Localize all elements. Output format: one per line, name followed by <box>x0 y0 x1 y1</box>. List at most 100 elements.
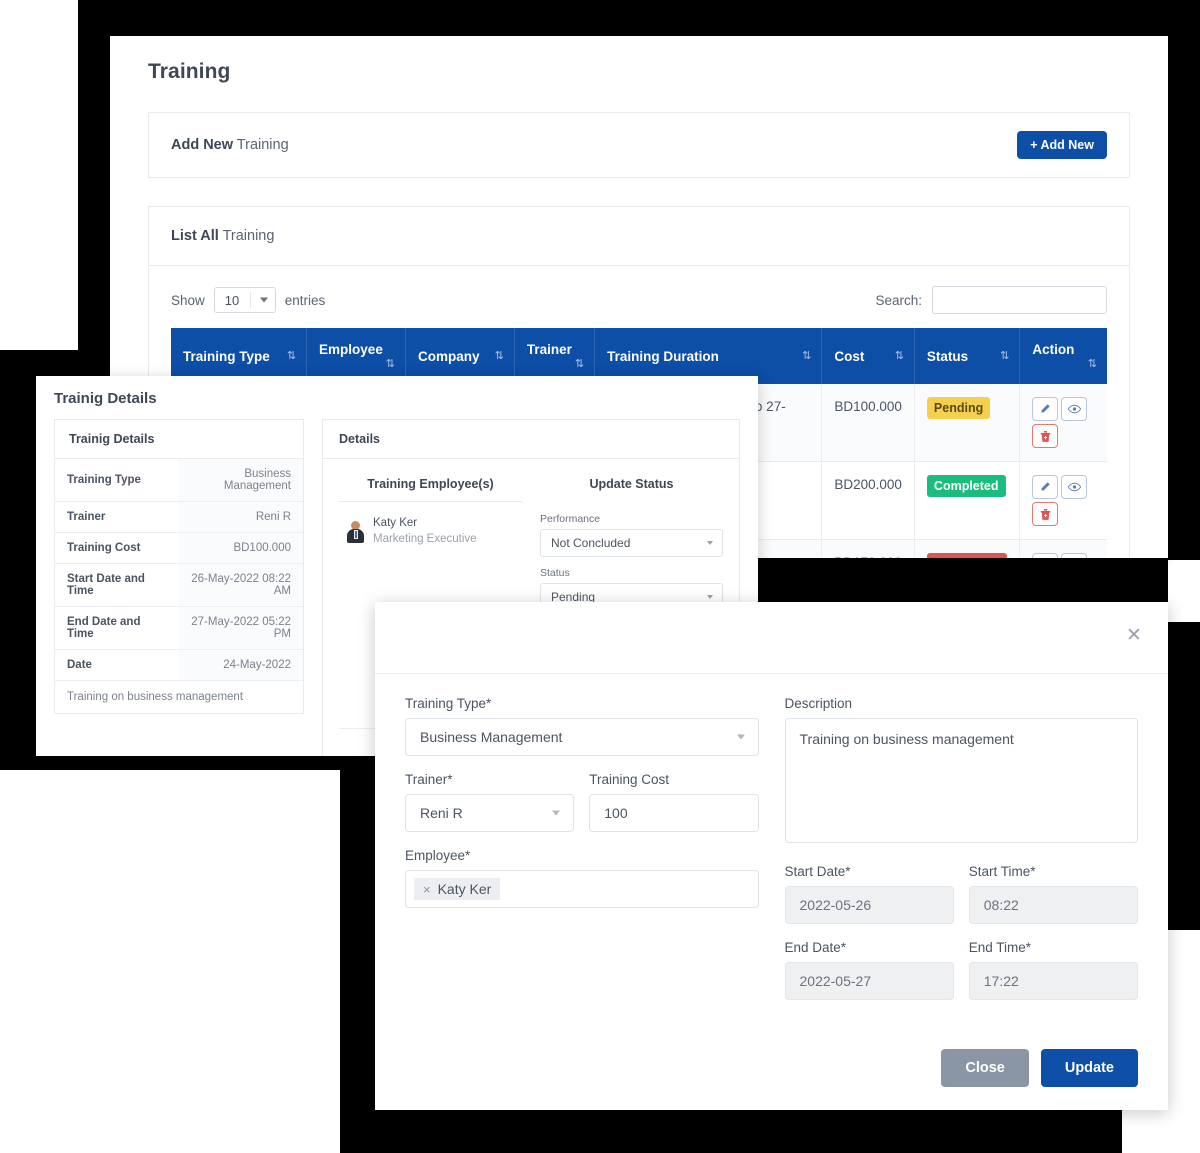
avatar-tie <box>354 530 357 538</box>
detail-key: Training Type <box>55 459 179 502</box>
detail-row: Trainer Reni R <box>55 501 303 533</box>
sort-icon[interactable]: ⇅ <box>287 349 296 362</box>
view-icon-button[interactable] <box>1061 397 1088 421</box>
cell-action <box>1019 384 1107 462</box>
trainer-cost-row: Trainer* Reni R Training Cost 100 <box>405 772 759 832</box>
column-header-status[interactable]: Status ⇅ <box>914 328 1021 384</box>
start-time-value: 08:22 <box>983 897 1019 913</box>
training-cost-value: 100 <box>604 805 628 821</box>
detail-row: Training Cost BD100.000 <box>55 532 303 564</box>
view-icon-button[interactable] <box>1061 553 1088 558</box>
start-time-group: Start Time* 08:22 <box>968 864 1138 924</box>
employee-label: Employee* <box>405 848 471 863</box>
select-divider <box>249 292 251 308</box>
end-time-group: End Time* 17:22 <box>968 940 1138 1000</box>
sort-icon[interactable]: ⇅ <box>495 349 504 362</box>
trainer-value: Reni R <box>420 805 463 821</box>
detail-row: End Date and Time 27-May-2022 05:22 PM <box>55 606 303 650</box>
detail-value: 26-May-2022 08:22 AM <box>179 563 303 607</box>
start-date-input[interactable]: 2022-05-26 <box>784 886 954 924</box>
sort-icon[interactable]: ⇅ <box>575 357 584 370</box>
close-button[interactable]: Close <box>941 1049 1029 1087</box>
start-time-label: Start Time* <box>968 864 1036 879</box>
edit-icon-button[interactable] <box>1032 553 1059 558</box>
edit-icon-button[interactable] <box>1032 475 1059 499</box>
cell-status: Pending <box>914 384 1021 462</box>
end-date-group: End Date* 2022-05-27 <box>784 940 954 1000</box>
trash-icon <box>1040 430 1051 442</box>
detail-key: Start Date and Time <box>55 563 179 607</box>
end-date-value: 2022-05-27 <box>799 973 872 989</box>
edit-icon-button[interactable] <box>1032 397 1059 421</box>
training-type-select[interactable]: Business Management <box>405 718 759 756</box>
detail-row: Start Date and Time 26-May-2022 08:22 AM <box>55 563 303 607</box>
trainer-select[interactable]: Reni R <box>405 794 575 832</box>
col-label-status: Status <box>926 348 969 364</box>
sort-icon[interactable]: ⇅ <box>386 357 395 370</box>
details-summary-card: Trainig Details Training Type Business M… <box>54 419 304 714</box>
detail-row: Date 24-May-2022 <box>55 649 303 681</box>
add-new-button[interactable]: + Add New <box>1017 131 1107 159</box>
trainer-group: Trainer* Reni R <box>405 772 575 832</box>
details-right-header: Details <box>323 420 739 459</box>
remove-tag-icon[interactable]: × <box>423 882 431 897</box>
list-all-title-rest: Training <box>218 228 275 244</box>
sort-icon[interactable]: ⇅ <box>895 349 904 362</box>
entries-per-page-select[interactable]: 10 <box>213 287 276 313</box>
start-row: Start Date* 2022-05-26 Start Time* 08:22 <box>784 864 1138 924</box>
end-time-input[interactable]: 17:22 <box>968 962 1138 1000</box>
description-textarea[interactable]: Training on business management <box>784 718 1138 843</box>
add-new-title-strong: Add New <box>171 137 234 153</box>
edit-left-column: Training Type* Business Management Train… <box>405 696 759 1016</box>
detail-value: Business Management <box>179 459 303 502</box>
detail-value: 24-May-2022 <box>179 649 303 681</box>
detail-value: 27-May-2022 05:22 PM <box>179 606 303 650</box>
view-icon-button[interactable] <box>1061 475 1088 499</box>
employee-tag-input[interactable]: × Katy Ker <box>405 870 759 908</box>
cell-cost: BD200.000 <box>821 461 915 540</box>
training-cost-label: Training Cost <box>589 772 670 787</box>
training-employees-title: Training Employee(s) <box>339 477 522 502</box>
sort-icon[interactable]: ⇅ <box>1000 349 1009 362</box>
chevron-down-icon <box>707 541 713 545</box>
status-label: Status <box>540 567 570 579</box>
pencil-icon <box>1041 482 1051 491</box>
sort-icon[interactable]: ⇅ <box>1088 357 1097 370</box>
eye-icon <box>1067 482 1081 492</box>
add-new-panel-header: Add New Training + Add New <box>149 113 1129 177</box>
column-header-action[interactable]: Action ⇅ <box>1019 328 1107 384</box>
column-header-cost[interactable]: Cost ⇅ <box>821 328 915 384</box>
edit-training-modal: ✕ Training Type* Business Management Tra… <box>375 602 1168 1110</box>
cell-status: Completed <box>914 461 1021 540</box>
detail-key: Date <box>55 649 179 681</box>
start-time-input[interactable]: 08:22 <box>968 886 1138 924</box>
action-buttons <box>1032 475 1094 526</box>
end-row: End Date* 2022-05-27 End Time* 17:22 <box>784 940 1138 1000</box>
training-type-label: Training Type* <box>405 696 492 711</box>
action-buttons <box>1032 553 1094 558</box>
end-time-label: End Time* <box>968 940 1032 955</box>
performance-value: Not Concluded <box>551 536 631 550</box>
detail-key: Training Cost <box>55 532 179 564</box>
employee-tag-label: Katy Ker <box>437 881 492 897</box>
performance-select[interactable]: Not Concluded <box>540 529 723 557</box>
table-toolbar: Show 10 entries Search: <box>149 266 1129 328</box>
chevron-down-icon <box>707 595 713 599</box>
training-cost-input[interactable]: 100 <box>589 794 759 832</box>
close-icon[interactable]: ✕ <box>1124 626 1144 646</box>
trash-icon <box>1040 508 1051 520</box>
detail-row: Training Type Business Management <box>55 459 303 502</box>
end-time-value: 17:22 <box>983 973 1019 989</box>
show-entries-group: Show 10 entries <box>171 287 325 313</box>
update-button[interactable]: Update <box>1040 1049 1138 1087</box>
training-type-group: Training Type* Business Management <box>405 696 759 756</box>
search-input[interactable] <box>932 286 1107 314</box>
employee-list-item: Katy Ker Marketing Executive <box>339 514 522 547</box>
delete-icon-button[interactable] <box>1032 502 1059 526</box>
col-label-employee: Employee <box>319 342 383 357</box>
delete-icon-button[interactable] <box>1032 424 1059 448</box>
chevron-down-icon <box>736 734 745 740</box>
col-label-company: Company <box>418 348 480 364</box>
sort-icon[interactable]: ⇅ <box>802 349 811 362</box>
end-date-input[interactable]: 2022-05-27 <box>784 962 954 1000</box>
